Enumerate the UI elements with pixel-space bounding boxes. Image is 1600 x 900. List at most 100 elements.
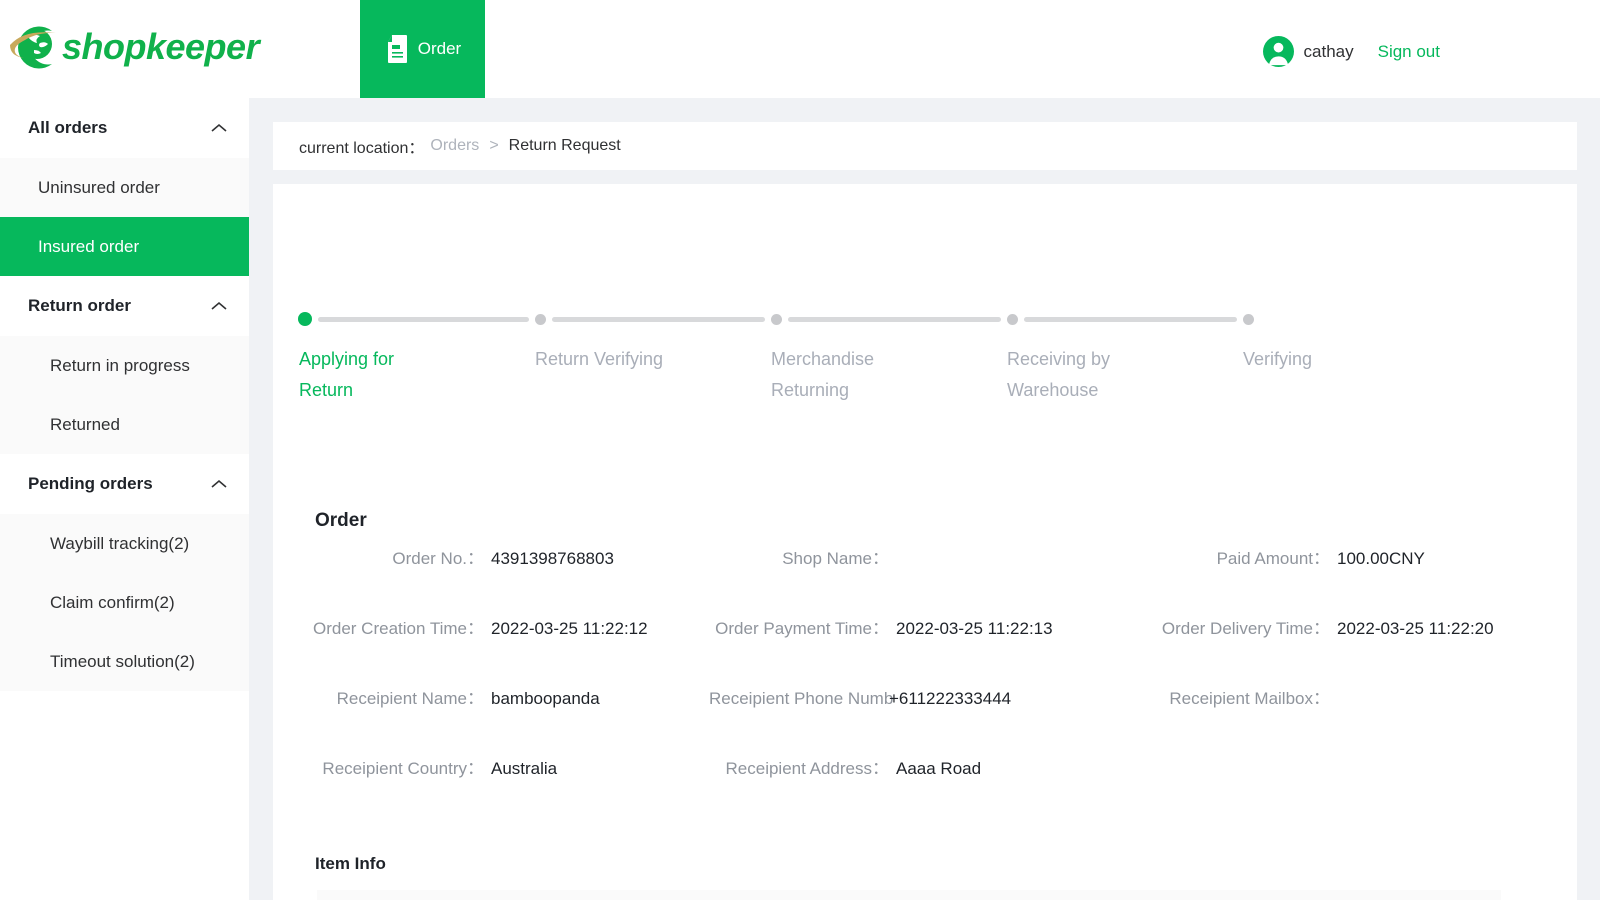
step-track [535, 312, 771, 326]
sidebar-group-pending-orders[interactable]: Pending orders [0, 454, 249, 514]
field-recipient-country: Receipient Country： Australia [273, 756, 709, 826]
step-line [318, 316, 529, 322]
sidebar-group-label: Return order [28, 296, 131, 315]
main-area: current location： Orders > Return Reques… [249, 98, 1600, 900]
breadcrumb-separator: > [489, 137, 499, 154]
field-label: Paid Amount： [1216, 549, 1330, 568]
column-header-number-of-items[interactable]: Number of Items [723, 890, 853, 900]
sidebar: All orders Uninsured order Insured order… [0, 98, 249, 900]
field-label: Order Delivery Time： [1161, 619, 1330, 638]
step-label: Applying for Return [299, 349, 395, 400]
step-label: Receiving by Warehouse [1007, 349, 1111, 400]
item-info-table-header: SKUID Category Product Name Number of It… [317, 890, 1501, 900]
sidebar-item-label: Claim confirm(2) [50, 592, 175, 612]
step-merchandise-returning[interactable]: Merchandise Returning [771, 312, 1007, 406]
order-info-grid: Order No.： 4391398768803 Shop Name： Paid… [273, 546, 1577, 826]
breadcrumb-link-orders[interactable]: Orders [430, 137, 479, 155]
field-recipient-mailbox: Receipient Mailbox： [1145, 686, 1577, 756]
column-header-paid-amount[interactable]: Paid Amount(CNY) [1164, 890, 1346, 900]
sidebar-item-claim-confirm[interactable]: Claim confirm(2) [0, 573, 249, 632]
field-label: Order Creation Time： [313, 619, 484, 638]
brand-logo[interactable]: shopkeeper [8, 14, 260, 80]
field-order-no: Order No.： 4391398768803 [273, 546, 709, 616]
app-root: shopkeeper Order cathay Sign out All ord… [0, 0, 1600, 900]
field-label: Receipient Mailbox： [1169, 689, 1330, 708]
field-label: Receipient Phone Numb [709, 689, 894, 708]
step-dot [1243, 313, 1254, 325]
chevron-up-icon [211, 123, 227, 132]
field-label: Receipient Country： [322, 759, 484, 778]
step-dot [535, 313, 546, 325]
globe-logo-icon [10, 26, 56, 69]
field-empty [1145, 756, 1577, 826]
step-track [771, 312, 1007, 326]
field-value: 4391398768803 [491, 549, 614, 568]
step-verifying[interactable]: Verifying [1243, 312, 1479, 406]
sidebar-group-label: Pending orders [28, 474, 153, 493]
field-value: Aaaa Road [896, 759, 982, 778]
sign-out-link[interactable]: Sign out [1378, 42, 1440, 62]
top-bar: shopkeeper Order cathay Sign out [0, 0, 1600, 98]
column-header-skuid[interactable]: SKUID [317, 890, 493, 900]
document-icon [387, 35, 407, 63]
field-value: Australia [491, 759, 558, 778]
field-order-payment-time: Order Payment Time： 2022-03-25 11:22:13 [709, 616, 1145, 686]
breadcrumb-current: Return Request [508, 137, 621, 154]
step-label: Merchandise Returning [771, 349, 875, 400]
sidebar-item-uninsured-order[interactable]: Uninsured order [0, 158, 249, 217]
field-value: 2022-03-25 11:22:12 [491, 619, 648, 638]
order-section-title: Order [315, 510, 367, 531]
sidebar-item-label: Insured order [38, 236, 140, 256]
sidebar-group-all-orders[interactable]: All orders [0, 98, 249, 158]
tab-order[interactable]: Order [360, 0, 485, 98]
step-track [1007, 312, 1243, 326]
field-value: 2022-03-25 11:22:13 [896, 619, 1053, 638]
brand-name: shopkeeper [62, 26, 260, 67]
field-value: bamboopanda [491, 689, 600, 708]
user-menu[interactable]: cathay Sign out [1262, 36, 1440, 67]
column-header-amount-of-items[interactable]: Amount of Items(CNY) [1001, 890, 1164, 900]
sidebar-item-timeout-solution[interactable]: Timeout solution(2) [0, 632, 249, 691]
user-name: cathay [1303, 41, 1354, 61]
column-header-category[interactable]: Category [493, 890, 609, 900]
field-label: Shop Name： [782, 549, 889, 568]
breadcrumb: current location： Orders > Return Reques… [273, 122, 1577, 170]
sidebar-item-label: Return in progress [50, 355, 190, 375]
sidebar-item-return-in-progress[interactable]: Return in progress [0, 336, 249, 395]
return-progress-stepper: Applying for Return Return Verifying Mer… [298, 312, 1479, 406]
item-info-title: Item Info [315, 854, 386, 873]
field-paid-amount: Paid Amount： 100.00CNY [1145, 546, 1577, 616]
order-info-row: Order No.： 4391398768803 Shop Name： Paid… [273, 546, 1577, 616]
sidebar-item-label: Returned [50, 414, 120, 434]
step-label: Verifying [1243, 349, 1313, 369]
content-card: Applying for Return Return Verifying Mer… [273, 184, 1577, 900]
step-track [298, 312, 535, 326]
sidebar-group-label: All orders [28, 118, 108, 137]
step-dot [1007, 313, 1018, 325]
column-header-product-name[interactable]: Product Name [609, 890, 723, 900]
field-recipient-address: Receipient Address： Aaaa Road [709, 756, 1145, 826]
column-header-unit-price[interactable]: Unit Price(CNY) [853, 890, 1001, 900]
column-header-pics-of-items[interactable]: Pics of Items [1346, 890, 1501, 900]
sidebar-item-insured-order[interactable]: Insured order [0, 217, 249, 276]
field-order-delivery-time: Order Delivery Time： 2022-03-25 11:22:20 [1145, 616, 1577, 686]
sidebar-group-return-order[interactable]: Return order [0, 276, 249, 336]
step-dot [298, 312, 312, 326]
chevron-up-icon [211, 479, 227, 488]
field-recipient-name: Receipient Name： bamboopanda [273, 686, 709, 756]
breadcrumb-prefix: current location： [299, 140, 425, 157]
sidebar-item-returned[interactable]: Returned [0, 395, 249, 454]
order-info-row: Receipient Name： bamboopanda Receipient … [273, 686, 1577, 756]
field-shop-name: Shop Name： [709, 546, 1145, 616]
field-label: Order Payment Time： [715, 619, 889, 638]
field-value: +611222333444 [889, 689, 1012, 708]
sidebar-item-label: Waybill tracking(2) [50, 533, 190, 553]
field-value: 2022-03-25 11:22:20 [1337, 619, 1494, 638]
step-receiving-by-warehouse[interactable]: Receiving by Warehouse [1007, 312, 1243, 406]
sidebar-item-label: Uninsured order [38, 177, 160, 197]
sidebar-item-waybill-tracking[interactable]: Waybill tracking(2) [0, 514, 249, 573]
step-applying-for-return[interactable]: Applying for Return [298, 312, 535, 406]
step-return-verifying[interactable]: Return Verifying [535, 312, 771, 406]
step-dot [771, 313, 782, 325]
tab-order-label: Order [417, 39, 462, 58]
